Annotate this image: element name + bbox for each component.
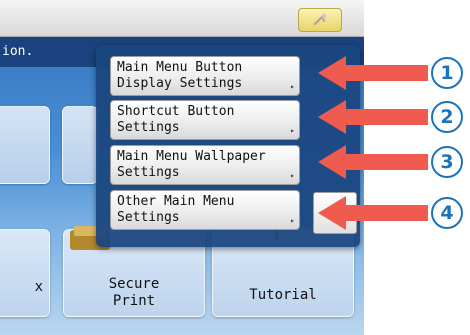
callout-arrow-2	[318, 100, 428, 134]
caret-right-icon: ▸	[290, 216, 295, 225]
callout-badge-3: 3	[431, 146, 463, 178]
callout-badge-4: 4	[431, 197, 463, 229]
shortcut-button-settings-button[interactable]: Shortcut Button Settings ▸	[110, 100, 300, 140]
settings-button[interactable]	[298, 8, 342, 32]
tile-label: x	[34, 279, 43, 295]
callout-arrow-4	[318, 196, 428, 230]
tile-background-2[interactable]	[62, 106, 98, 184]
tile-label: Secure Print	[108, 276, 160, 309]
callout-badge-1: 1	[431, 57, 463, 89]
caret-right-icon: ▸	[290, 126, 295, 135]
tile-label: Tutorial	[249, 287, 317, 303]
callout-arrow-3	[318, 145, 428, 179]
caret-right-icon: ▸	[290, 82, 295, 91]
tile-background-1[interactable]	[0, 106, 50, 184]
main-menu-wallpaper-settings-button[interactable]: Main Menu Wallpaper Settings ▸	[110, 145, 300, 185]
wrench-icon	[314, 13, 327, 25]
other-main-menu-settings-button[interactable]: Other Main Menu Settings ▸	[110, 190, 300, 230]
callout-badge-2: 2	[431, 101, 463, 133]
message-text: ion.	[2, 44, 34, 59]
caret-right-icon: ▸	[290, 171, 295, 180]
callout-arrow-1	[318, 56, 428, 90]
tile-partial-x[interactable]: x	[0, 229, 50, 317]
main-menu-button-display-settings-button[interactable]: Main Menu Button Display Settings ▸	[110, 56, 300, 96]
top-bar	[0, 0, 364, 37]
